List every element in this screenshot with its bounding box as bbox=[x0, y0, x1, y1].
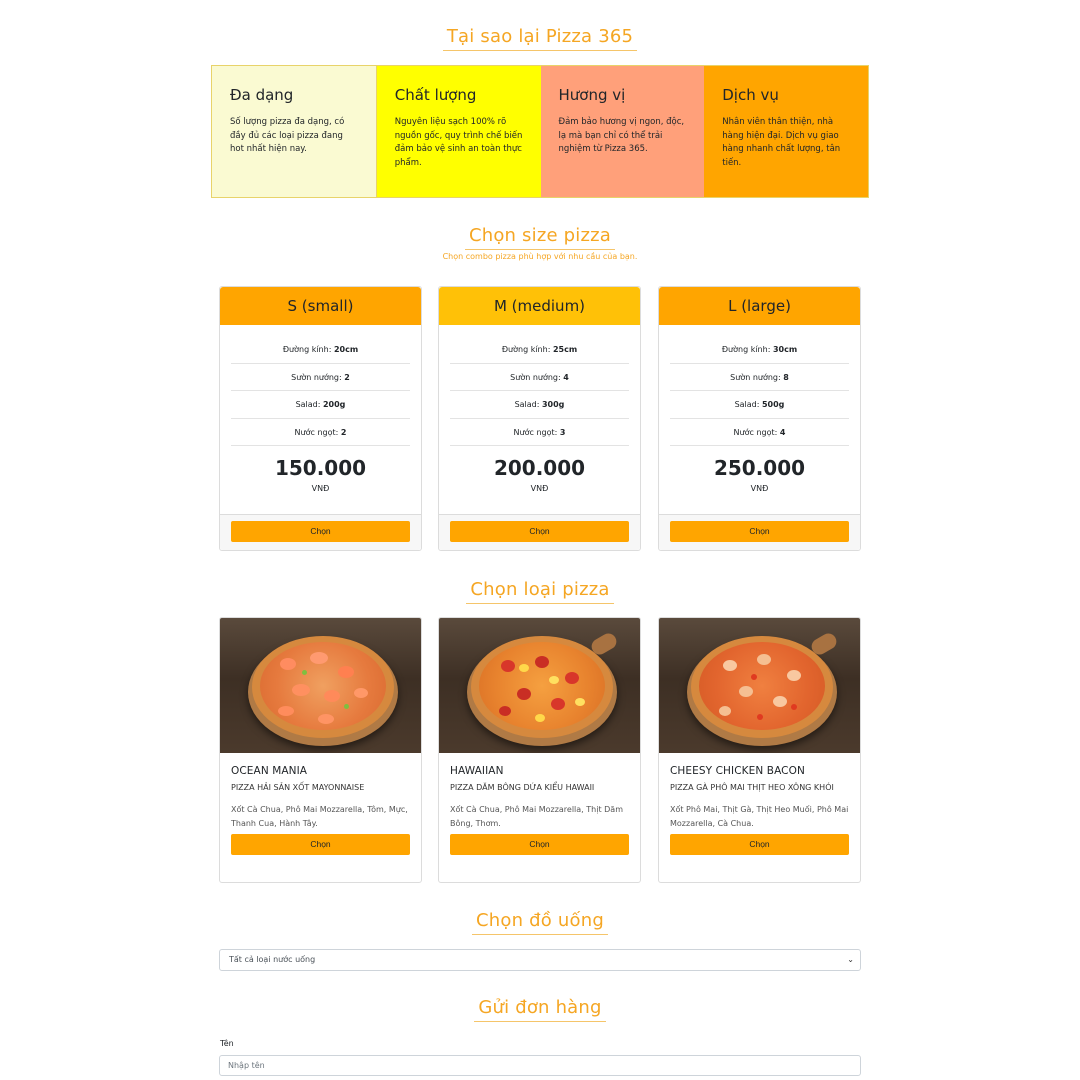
pizza-card-ocean-mania: OCEAN MANIA PIZZA HẢI SẢN XỐT MAYONNAISE… bbox=[219, 617, 422, 883]
why-section-title: Tại sao lại Pizza 365 bbox=[0, 26, 1080, 51]
currency-unit: VNĐ bbox=[530, 484, 549, 493]
feature-text: Số lượng pizza đa dạng, có đầy đủ các lo… bbox=[230, 117, 345, 154]
feature-title: Chất lượng bbox=[394, 86, 477, 104]
order-section-title: Gửi đơn hàng bbox=[0, 997, 1080, 1022]
drink-row: Nước ngọt: 4 bbox=[670, 419, 849, 446]
size-card-header: S (small) bbox=[220, 287, 421, 325]
choose-small-button[interactable]: Chọn bbox=[231, 521, 410, 542]
cheesy-chicken-bacon-image bbox=[659, 618, 860, 753]
feature-text: Nguyên liệu sạch 100% rõ nguồn gốc, quy … bbox=[394, 117, 523, 168]
feature-text: Nhân viên thân thiện, nhà hàng hiện đại.… bbox=[722, 117, 841, 168]
choose-large-button[interactable]: Chọn bbox=[670, 521, 849, 542]
price: 200.000 bbox=[493, 456, 586, 480]
type-section-title: Chọn loại pizza bbox=[0, 579, 1080, 604]
hawaiian-image bbox=[439, 618, 640, 753]
pizza-description: Xốt Cà Chua, Phô Mai Mozzarella, Thịt Dă… bbox=[450, 805, 623, 828]
choose-cheesy-chicken-bacon-button[interactable]: Chọn bbox=[670, 834, 849, 855]
chevron-down-icon: ⌄ bbox=[847, 955, 854, 964]
name-input-placeholder: Nhập tên bbox=[228, 1061, 265, 1070]
size-card-footer: Chọn bbox=[220, 514, 421, 550]
size-card-footer: Chọn bbox=[659, 514, 860, 550]
size-card-header: L (large) bbox=[659, 287, 860, 325]
pizza-name: HAWAIIAN bbox=[450, 765, 504, 777]
size-card-large: L (large) Đường kính: 30cm Sườn nướng: 8… bbox=[658, 286, 861, 551]
feature-text: Đảm bảo hương vị ngon, độc, lạ mà bạn ch… bbox=[558, 117, 685, 154]
ribs-row: Sườn nướng: 2 bbox=[231, 364, 410, 391]
feature-title: Hương vị bbox=[558, 86, 626, 104]
salad-row: Salad: 200g bbox=[231, 391, 410, 419]
choose-ocean-mania-button[interactable]: Chọn bbox=[231, 834, 410, 855]
name-input[interactable]: Nhập tên bbox=[219, 1055, 861, 1076]
pizza-card-cheesy-chicken-bacon: CHEESY CHICKEN BACON PIZZA GÀ PHÔ MAI TH… bbox=[658, 617, 861, 883]
size-card-footer: Chọn bbox=[439, 514, 640, 550]
size-card-small: S (small) Đường kính: 20cm Sườn nướng: 2… bbox=[219, 286, 422, 551]
why-features: Đa dạng Số lượng pizza đa dạng, có đầy đ… bbox=[211, 65, 869, 198]
diameter-row: Đường kính: 30cm bbox=[670, 336, 849, 364]
drink-row: Nước ngọt: 3 bbox=[450, 419, 629, 446]
diameter-row: Đường kính: 20cm bbox=[231, 336, 410, 364]
pizza-card-hawaiian: HAWAIIAN PIZZA DĂM BÔNG DỨA KIỂU HAWAII … bbox=[438, 617, 641, 883]
choose-medium-button[interactable]: Chọn bbox=[450, 521, 629, 542]
ribs-row: Sườn nướng: 4 bbox=[450, 364, 629, 391]
currency-unit: VNĐ bbox=[750, 484, 769, 493]
ribs-row: Sườn nướng: 8 bbox=[670, 364, 849, 391]
size-section-title: Chọn size pizza bbox=[0, 225, 1080, 250]
size-subtitle: Chọn combo pizza phù hợp với nhu cầu của… bbox=[442, 252, 638, 261]
pizza-description: Xốt Cà Chua, Phô Mai Mozzarella, Tôm, Mự… bbox=[231, 805, 408, 828]
pizza-name: CHEESY CHICKEN BACON bbox=[670, 765, 805, 777]
drink-title-text: Chọn đồ uống bbox=[472, 910, 608, 935]
pizza-description: Xốt Phô Mai, Thịt Gà, Thịt Heo Muối, Phô… bbox=[670, 805, 849, 828]
choose-hawaiian-button[interactable]: Chọn bbox=[450, 834, 629, 855]
size-card-header: M (medium) bbox=[439, 287, 640, 325]
pizza-subtitle: PIZZA HẢI SẢN XỐT MAYONNAISE bbox=[231, 783, 365, 792]
drink-select[interactable]: Tất cả loại nước uống ⌄ bbox=[219, 949, 861, 971]
pizza-subtitle: PIZZA DĂM BÔNG DỨA KIỂU HAWAII bbox=[450, 783, 595, 792]
why-title-text: Tại sao lại Pizza 365 bbox=[442, 26, 638, 51]
pizza-name: OCEAN MANIA bbox=[231, 765, 308, 777]
price: 250.000 bbox=[713, 456, 806, 480]
diameter-row: Đường kính: 25cm bbox=[450, 336, 629, 364]
salad-row: Salad: 300g bbox=[450, 391, 629, 419]
feature-service: Dịch vụ Nhân viên thân thiện, nhà hàng h… bbox=[704, 66, 868, 197]
pizza-subtitle: PIZZA GÀ PHÔ MAI THỊT HEO XÔNG KHÓI bbox=[670, 783, 834, 792]
name-label: Tên bbox=[220, 1039, 234, 1048]
order-title-text: Gửi đơn hàng bbox=[474, 997, 606, 1022]
size-title-text: Chọn size pizza bbox=[464, 225, 616, 250]
drink-row: Nước ngọt: 2 bbox=[231, 419, 410, 446]
drink-section-title: Chọn đồ uống bbox=[0, 910, 1080, 935]
currency-unit: VNĐ bbox=[311, 484, 330, 493]
size-card-medium: M (medium) Đường kính: 25cm Sườn nướng: … bbox=[438, 286, 641, 551]
feature-variety: Đa dạng Số lượng pizza đa dạng, có đầy đ… bbox=[212, 66, 376, 197]
feature-quality: Chất lượng Nguyên liệu sạch 100% rõ nguồ… bbox=[375, 66, 541, 197]
feature-flavor: Hương vị Đảm bảo hương vị ngon, độc, lạ … bbox=[540, 66, 705, 197]
type-title-text: Chọn loại pizza bbox=[466, 579, 614, 604]
feature-title: Dịch vụ bbox=[722, 86, 779, 104]
price: 150.000 bbox=[274, 456, 367, 480]
feature-title: Đa dạng bbox=[230, 86, 294, 104]
salad-row: Salad: 500g bbox=[670, 391, 849, 419]
ocean-mania-image bbox=[220, 618, 421, 753]
drink-select-value: Tất cả loại nước uống bbox=[229, 955, 316, 964]
